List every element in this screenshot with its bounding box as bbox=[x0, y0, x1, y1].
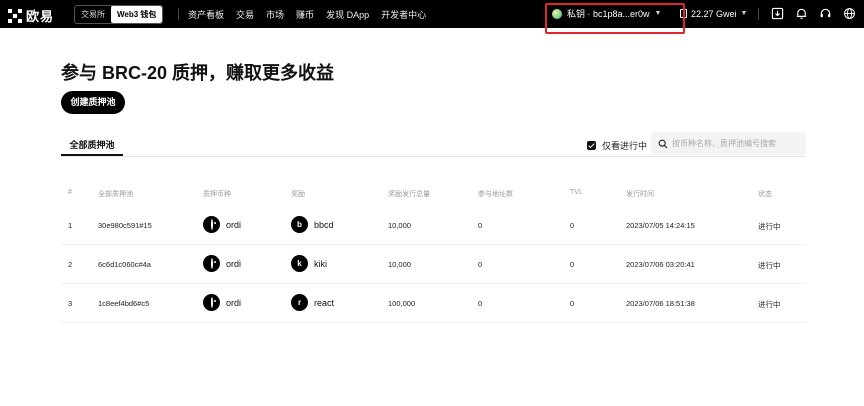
only-active-filter[interactable]: 仅看进行中 bbox=[587, 139, 647, 152]
reward-coin: b bbcd bbox=[291, 216, 334, 233]
row-index: 1 bbox=[68, 221, 73, 230]
top-navigation-bar: 欧易 交易所 Web3 钱包 资产看板 交易 市场 赚币 发现 DApp 开发者… bbox=[0, 0, 864, 28]
stake-coin: ordi bbox=[203, 294, 241, 311]
nav-divider bbox=[178, 8, 179, 20]
nav-earn[interactable]: 赚币 bbox=[296, 8, 314, 21]
row-tvl: 0 bbox=[570, 299, 575, 308]
row-tvl: 0 bbox=[570, 221, 575, 230]
row-index: 2 bbox=[68, 260, 73, 269]
stake-coin: ordi bbox=[203, 216, 241, 233]
nav-developer-center[interactable]: 开发者中心 bbox=[381, 8, 426, 21]
search-icon bbox=[658, 139, 668, 148]
ordi-coin-icon bbox=[203, 255, 220, 272]
col-participants: 参与地址数 bbox=[478, 191, 513, 198]
col-index: # bbox=[68, 189, 72, 196]
only-active-checkbox[interactable] bbox=[587, 141, 596, 150]
okx-logo[interactable]: 欧易 bbox=[8, 6, 54, 25]
row-participants: 0 bbox=[478, 260, 483, 269]
row-pool-id[interactable]: 1c8eef4bd6#c5 bbox=[98, 299, 149, 308]
col-tvl: TVL bbox=[570, 189, 583, 196]
mode-switch: 交易所 Web3 钱包 bbox=[74, 5, 164, 24]
reward-coin-name: bbcd bbox=[314, 219, 334, 230]
exchange-tab[interactable]: 交易所 bbox=[75, 6, 111, 23]
nav-asset-dashboard[interactable]: 资产看板 bbox=[188, 8, 224, 21]
col-pool: 全部质押池 bbox=[98, 191, 133, 198]
table-header: # 全部质押池 质押币种 奖励 奖励发行总量 参与地址数 TVL 发行时间 状态 bbox=[61, 189, 806, 201]
row-release-time: 2023/07/06 18:51:38 bbox=[626, 299, 695, 308]
row-status: 进行中 bbox=[758, 300, 781, 309]
ordi-coin-icon bbox=[203, 216, 220, 233]
ordi-coin-icon bbox=[203, 294, 220, 311]
okx-logo-icon bbox=[8, 8, 22, 23]
stake-coin-name: ordi bbox=[226, 258, 242, 269]
table-row[interactable]: 2 6c6d1c060c#4a ordi k kiki 10,000 0 0 2… bbox=[61, 245, 806, 284]
table-row[interactable]: 1 30e980c591#15 ordi b bbcd 10,000 0 0 2… bbox=[61, 206, 806, 245]
row-release-time: 2023/07/06 03:20:41 bbox=[626, 260, 695, 269]
wallet-highlight-box bbox=[545, 3, 685, 34]
gas-price-selector[interactable]: 22.27 Gwei ▼ bbox=[680, 4, 747, 23]
download-icon[interactable] bbox=[771, 7, 784, 20]
table-row[interactable]: 3 1c8eef4bd6#c5 ordi r react 100,000 0 0… bbox=[61, 284, 806, 323]
logo-text: 欧易 bbox=[26, 9, 55, 24]
stake-coin-name: ordi bbox=[226, 219, 242, 230]
gas-price: 22.27 Gwei bbox=[691, 8, 737, 19]
bell-icon[interactable] bbox=[795, 7, 808, 20]
row-status: 进行中 bbox=[758, 222, 781, 231]
toolbar-divider bbox=[758, 8, 759, 20]
row-participants: 0 bbox=[478, 299, 483, 308]
reward-coin: r react bbox=[291, 294, 334, 311]
page-title: 参与 BRC-20 质押，赚取更多收益 bbox=[61, 63, 335, 83]
col-status: 状态 bbox=[758, 191, 772, 198]
row-reward-total: 10,000 bbox=[388, 260, 411, 269]
tab-all-pools[interactable]: 全部质押池 bbox=[61, 136, 123, 156]
row-pool-id[interactable]: 30e980c591#15 bbox=[98, 221, 152, 230]
headset-icon[interactable] bbox=[819, 7, 832, 20]
row-release-time: 2023/07/05 14:24:15 bbox=[626, 221, 695, 230]
row-index: 3 bbox=[68, 299, 73, 308]
search-input[interactable] bbox=[672, 139, 797, 148]
row-participants: 0 bbox=[478, 221, 483, 230]
col-stake-coin: 质押币种 bbox=[203, 191, 231, 198]
col-reward: 奖励 bbox=[291, 191, 305, 198]
reward-coin-name: kiki bbox=[314, 258, 327, 269]
web3-wallet-tab[interactable]: Web3 钱包 bbox=[111, 6, 163, 23]
stake-coin-name: ordi bbox=[226, 297, 242, 308]
create-pool-button[interactable]: 创建质押池 bbox=[61, 91, 125, 114]
col-reward-total: 奖励发行总量 bbox=[388, 191, 430, 198]
row-reward-total: 10,000 bbox=[388, 221, 411, 230]
nav-discover-dapp[interactable]: 发现 DApp bbox=[326, 8, 369, 21]
reward-coin-icon: b bbox=[291, 216, 308, 233]
col-release-time: 发行时间 bbox=[626, 191, 654, 198]
tab-underline-divider bbox=[61, 156, 806, 157]
only-active-label: 仅看进行中 bbox=[602, 141, 648, 151]
reward-coin-name: react bbox=[314, 297, 335, 308]
row-status: 进行中 bbox=[758, 261, 781, 270]
row-reward-total: 100,000 bbox=[388, 299, 416, 308]
reward-coin-icon: k bbox=[291, 255, 308, 272]
chevron-down-icon: ▼ bbox=[740, 10, 748, 17]
nav-market[interactable]: 市场 bbox=[266, 8, 284, 21]
globe-icon[interactable] bbox=[843, 7, 856, 20]
row-pool-id[interactable]: 6c6d1c060c#4a bbox=[98, 260, 151, 269]
main-nav: 资产看板 交易 市场 赚币 发现 DApp 开发者中心 bbox=[188, 0, 426, 28]
reward-coin: k kiki bbox=[291, 255, 327, 272]
row-tvl: 0 bbox=[570, 260, 575, 269]
stake-coin: ordi bbox=[203, 255, 241, 272]
search-box[interactable] bbox=[651, 132, 806, 155]
reward-coin-icon: r bbox=[291, 294, 308, 311]
nav-trade[interactable]: 交易 bbox=[236, 8, 254, 21]
